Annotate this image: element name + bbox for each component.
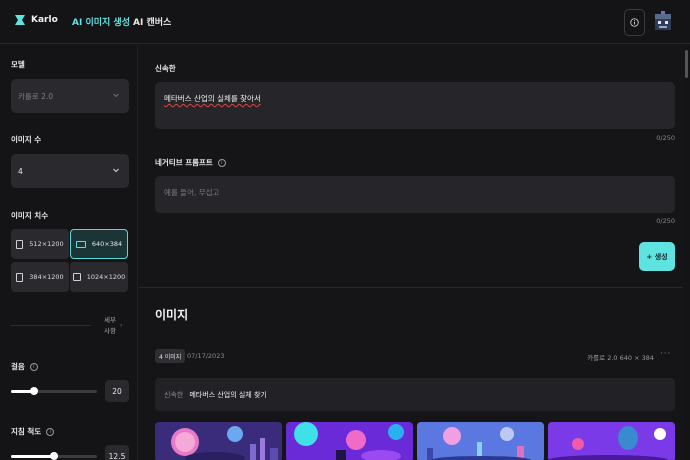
generation-meta: 카를로 2.0 640 × 384 [587, 354, 654, 362]
steps-label: 걸음 i [11, 361, 38, 372]
info-icon [630, 18, 639, 27]
avatar[interactable] [652, 10, 674, 34]
divider [11, 325, 91, 326]
chevron-right-icon[interactable]: › [120, 322, 122, 329]
steps-slider[interactable] [11, 387, 97, 395]
chevron-down-icon [113, 93, 119, 98]
portrait-icon [16, 239, 24, 249]
info-icon[interactable]: i [217, 158, 226, 167]
details-toggle[interactable]: 세부 사항 [102, 315, 118, 337]
size-option-384x1200[interactable]: 384×1200 [11, 262, 69, 292]
negative-prompt-placeholder: 예를 들어, 무섭고 [164, 188, 220, 197]
model-select[interactable]: 카를로 2.0 [11, 79, 129, 113]
image-count-select[interactable]: 4 [11, 154, 129, 188]
prompt-input-value: 메타버스 산업의 실체를 찾아서 [164, 94, 261, 103]
app-name: Karlo [31, 15, 58, 25]
chevron-down-icon [113, 168, 119, 173]
main-panel: 신속한 메타버스 산업의 실체를 찾아서 0/250 네거티브 프롬프트 i 예… [139, 45, 683, 460]
size-option-label: 640×384 [91, 240, 123, 248]
negative-prompt-label: 네거티브 프롬프트 i [155, 157, 226, 168]
generation-date: 07/17/2023 [187, 352, 225, 360]
guidance-label-text: 지침 척도 [11, 427, 42, 436]
more-options-icon[interactable]: ··· [660, 349, 671, 358]
prompt-counter: 0/250 [656, 134, 675, 142]
model-select-value: 카를로 2.0 [18, 91, 54, 101]
model-label-text: 모델 [11, 60, 25, 69]
images-title: 이미지 [155, 308, 189, 322]
image-count-value: 4 [18, 166, 23, 176]
karlo-logo-icon [15, 15, 25, 25]
prompt-label-text: 신속한 [155, 64, 176, 73]
image-count-badge: 4 이미지 [155, 349, 186, 363]
landscape-icon [75, 240, 86, 248]
guidance-value[interactable]: 12.5 [105, 445, 129, 460]
scrollbar-handle[interactable] [685, 50, 688, 78]
steps-label-text: 걸음 [11, 362, 25, 371]
generated-image-3[interactable] [417, 422, 544, 460]
generated-image-1[interactable] [155, 422, 282, 460]
size-option-640x384[interactable]: 640×384 [70, 229, 128, 259]
result-prompt: 신속한 메타버스 산업의 실체 찾기 [155, 378, 675, 411]
size-option-label: 384×1200 [29, 273, 64, 281]
result-prompt-text: 메타버스 산업의 실체 찾기 [189, 390, 267, 399]
prompt-label: 신속한 [155, 63, 176, 74]
generated-image-4[interactable] [548, 422, 675, 460]
settings-sidebar: 모델 카를로 2.0 이미지 수 4 이미지 치수 512×1200 640×3… [0, 45, 138, 460]
image-count-label: 이미지 수 [11, 134, 41, 145]
generate-button-label: + 생성 [646, 252, 668, 261]
guidance-label: 지침 척도 i [11, 426, 55, 437]
generate-button[interactable]: + 생성 [639, 242, 675, 271]
image-size-label-text: 이미지 치수 [11, 211, 49, 220]
square-icon [72, 273, 81, 281]
section-divider [139, 287, 683, 288]
result-prompt-label: 신속한 [164, 390, 184, 399]
image-size-label: 이미지 치수 [11, 210, 48, 221]
negative-counter: 0/250 [656, 217, 675, 225]
logo[interactable]: Karlo [14, 14, 58, 26]
nav-ai-canvas[interactable]: AI 캔버스 [133, 15, 171, 28]
steps-value[interactable]: 20 [105, 380, 129, 402]
model-label: 모델 [11, 59, 25, 70]
slider-thumb[interactable] [50, 452, 58, 460]
generated-image-2[interactable] [286, 422, 413, 460]
negative-prompt-label-text: 네거티브 프롬프트 [155, 158, 213, 167]
top-bar: Karlo AI 이미지 생성 AI 캔버스 [0, 0, 690, 44]
guidance-slider[interactable] [11, 452, 97, 460]
size-option-label: 1024×1200 [86, 273, 126, 281]
negative-prompt-input[interactable]: 예를 들어, 무섭고 [155, 176, 675, 213]
info-icon[interactable]: i [46, 427, 55, 436]
portrait-icon [16, 272, 24, 282]
prompt-input[interactable]: 메타버스 산업의 실체를 찾아서 [155, 82, 675, 129]
scrollbar[interactable] [683, 45, 690, 460]
size-option-1024x1200[interactable]: 1024×1200 [70, 262, 128, 292]
info-button[interactable] [624, 9, 645, 36]
slider-thumb[interactable] [30, 387, 38, 395]
nav-ai-image-generation[interactable]: AI 이미지 생성 [72, 15, 130, 28]
size-option-label: 512×1200 [29, 240, 64, 248]
size-option-512x1200[interactable]: 512×1200 [11, 229, 69, 259]
info-icon[interactable]: i [29, 362, 38, 371]
image-count-label-text: 이미지 수 [11, 135, 42, 144]
slider-fill [11, 455, 54, 458]
